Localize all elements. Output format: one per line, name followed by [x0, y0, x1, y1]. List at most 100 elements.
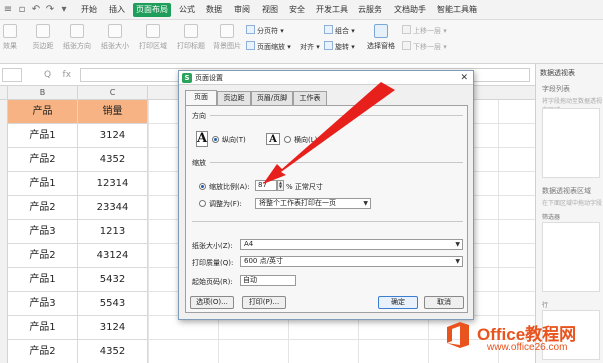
ribbon-effects-button[interactable]: 效果: [0, 24, 20, 51]
fit-to-radio[interactable]: [199, 200, 206, 207]
menu-home[interactable]: 开始: [76, 3, 102, 17]
print-titles-icon: [184, 24, 198, 38]
menu-view[interactable]: 视图: [259, 3, 281, 17]
menu-page-layout[interactable]: 页面布局: [133, 3, 171, 17]
cell-product[interactable]: 产品1: [8, 316, 78, 340]
redo-icon[interactable]: ↷: [44, 3, 56, 17]
close-icon[interactable]: ✕: [460, 71, 468, 85]
app-menu-icon[interactable]: ≡: [2, 3, 14, 17]
page-break-button[interactable]: 分页符 ▾: [246, 25, 284, 37]
menu-data[interactable]: 数据: [203, 3, 225, 17]
zoom-icon[interactable]: Q: [44, 70, 51, 80]
field-list-label[interactable]: 字段列表: [542, 84, 570, 94]
cell-product[interactable]: 产品2: [8, 196, 78, 220]
cell-product[interactable]: 产品3: [8, 220, 78, 244]
bring-forward-button[interactable]: 上移一层 ▾: [402, 25, 447, 37]
cell-header-product[interactable]: 产品: [8, 100, 78, 124]
cell-product[interactable]: 产品1: [8, 268, 78, 292]
paper-size-select[interactable]: A4 ▼: [240, 239, 463, 250]
column-header-b[interactable]: B: [8, 86, 78, 100]
tab-header-footer[interactable]: 页眉/页脚: [251, 91, 293, 105]
cell-sales[interactable]: 43124: [78, 244, 148, 268]
portrait-label[interactable]: 纵向(T): [222, 135, 246, 145]
ribbon-print-area-button[interactable]: 打印区域: [136, 24, 170, 51]
cell-product[interactable]: 产品2: [8, 244, 78, 268]
chevron-down-icon[interactable]: ▾: [58, 3, 70, 17]
save-icon[interactable]: ▫: [16, 3, 28, 17]
menu-insert[interactable]: 插入: [106, 3, 128, 17]
scale-ratio-radio[interactable]: [199, 183, 206, 190]
scale-ratio-label[interactable]: 缩放比例(A):: [209, 182, 250, 192]
landscape-radio[interactable]: [284, 136, 291, 143]
options-button[interactable]: 选项(O)...: [190, 296, 234, 309]
cell-sales[interactable]: 23344: [78, 196, 148, 220]
cell-sales[interactable]: 5432: [78, 268, 148, 292]
ribbon-paper-size-button[interactable]: 纸张大小: [98, 24, 132, 51]
menu-doc-assistant[interactable]: 文档助手: [391, 3, 429, 17]
gridline: [148, 100, 149, 363]
menu-cloud[interactable]: 云服务: [355, 3, 385, 17]
tab-margins[interactable]: 页边距: [217, 91, 251, 105]
select-all-corner[interactable]: [0, 86, 8, 100]
cell-product[interactable]: 产品2: [8, 148, 78, 172]
undo-icon[interactable]: ↶: [30, 3, 42, 17]
scale-ratio-stepper[interactable]: ▲ ▼: [277, 180, 284, 191]
page-zoom-button[interactable]: 页面缩放 ▾: [246, 41, 291, 53]
cell-product[interactable]: 产品2: [8, 340, 78, 363]
background-image-icon: [220, 24, 234, 38]
cell-sales[interactable]: 4352: [78, 148, 148, 172]
group-icon: [324, 25, 333, 34]
cell-sales[interactable]: 4352: [78, 340, 148, 363]
filter-label: 筛选器: [542, 214, 561, 221]
cell-sales[interactable]: 5543: [78, 292, 148, 316]
column-header-c[interactable]: C: [78, 86, 148, 100]
ribbon-margins-button[interactable]: 页边距: [30, 24, 56, 51]
group-button[interactable]: 组合 ▾: [324, 25, 355, 37]
fit-to-label[interactable]: 调整为(F):: [209, 199, 242, 209]
page-break-icon: [246, 25, 255, 34]
divider: [210, 115, 463, 116]
cancel-button[interactable]: 取消: [424, 296, 464, 309]
scale-ratio-input[interactable]: 87: [255, 180, 277, 191]
office-logo-icon: [447, 322, 469, 348]
filter-box[interactable]: [542, 222, 600, 292]
tab-sheet[interactable]: 工作表: [293, 91, 327, 105]
ribbon: 效果 页边距 纸张方向 纸张大小 打印区域 打印标题 背景图片 分页符 ▾ 页面…: [0, 20, 603, 64]
cell-sales[interactable]: 3124: [78, 124, 148, 148]
rotate-button[interactable]: 旋转 ▾: [324, 41, 355, 53]
cell-sales[interactable]: 3124: [78, 316, 148, 340]
ribbon-background-button[interactable]: 背景图片: [210, 24, 244, 51]
margins-icon: [36, 24, 50, 38]
chevron-down-icon: ▼: [455, 258, 460, 265]
cell-product[interactable]: 产品1: [8, 172, 78, 196]
menu-developer[interactable]: 开发工具: [314, 3, 350, 17]
ribbon-orientation-button[interactable]: 纸张方向: [60, 24, 94, 51]
cell-product[interactable]: 产品3: [8, 292, 78, 316]
landscape-label[interactable]: 横向(L): [294, 135, 317, 145]
dialog-title-bar[interactable]: S 页面设置 ✕: [179, 71, 473, 85]
send-backward-button[interactable]: 下移一层 ▾: [402, 41, 447, 53]
print-button[interactable]: 打印(P)...: [242, 296, 286, 309]
field-list-box[interactable]: [542, 108, 600, 178]
selection-pane-button[interactable]: 选择窗格: [364, 24, 398, 51]
fx-icon[interactable]: fx: [63, 70, 72, 80]
align-button[interactable]: 对齐 ▾: [300, 41, 320, 53]
portrait-radio[interactable]: [212, 136, 219, 143]
menu-review[interactable]: 审阅: [231, 3, 253, 17]
ribbon-print-titles-button[interactable]: 打印标题: [174, 24, 208, 51]
tab-page[interactable]: 页面: [185, 90, 217, 105]
name-box[interactable]: [2, 68, 22, 82]
menu-smart-toolbox[interactable]: 智能工具箱: [435, 3, 479, 17]
first-page-label: 起始页码(R):: [192, 278, 233, 286]
cell-sales[interactable]: 12314: [78, 172, 148, 196]
menu-formula[interactable]: 公式: [176, 3, 198, 17]
ok-button[interactable]: 确定: [378, 296, 418, 309]
print-quality-select[interactable]: 600 点/英寸 ▼: [240, 256, 463, 267]
cell-product[interactable]: 产品1: [8, 124, 78, 148]
fit-to-select[interactable]: 将整个工作表打印在一页 ▼: [255, 198, 371, 209]
cell-sales[interactable]: 1213: [78, 220, 148, 244]
first-page-input[interactable]: 自动: [240, 275, 296, 286]
cell-header-sales[interactable]: 销量: [78, 100, 148, 124]
pivot-area-label[interactable]: 数据透视表区域: [542, 186, 591, 196]
menu-security[interactable]: 安全: [286, 3, 308, 17]
